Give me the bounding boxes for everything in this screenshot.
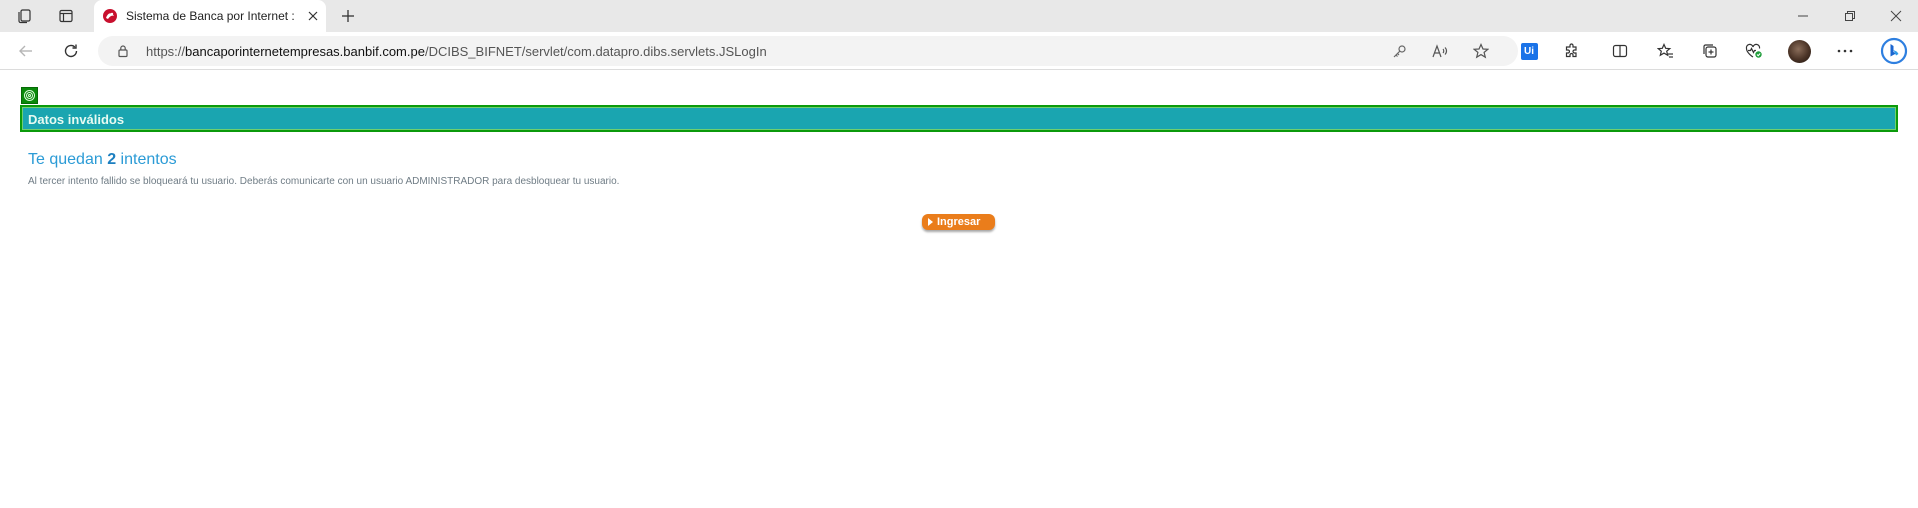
more-icon[interactable] bbox=[1835, 41, 1855, 61]
ingresar-button[interactable]: Ingresar bbox=[922, 214, 995, 230]
browser-tab-strip: Sistema de Banca por Internet : D bbox=[0, 0, 1918, 32]
url-scheme: https:// bbox=[146, 44, 186, 59]
target-icon bbox=[21, 87, 38, 104]
tab-title: Sistema de Banca por Internet : D bbox=[126, 9, 298, 23]
url-path: /DCIBS_BIFNET/servlet/com.datapro.dibs.s… bbox=[424, 44, 767, 59]
back-icon[interactable] bbox=[16, 41, 36, 61]
page-content: Datos inválidos Te quedan 2 intentos Al … bbox=[0, 71, 1918, 508]
attempts-message: Te quedan 2 intentos bbox=[28, 151, 177, 169]
browser-toolbar: https://bancaporinternetempresas.banbif.… bbox=[0, 32, 1918, 70]
url-text[interactable]: https://bancaporinternetempresas.banbif.… bbox=[146, 44, 767, 59]
split-screen-icon[interactable] bbox=[1610, 41, 1630, 61]
profile-avatar[interactable] bbox=[1788, 40, 1811, 63]
browser-essentials-icon[interactable] bbox=[1744, 41, 1764, 61]
error-banner: Datos inválidos bbox=[20, 105, 1898, 132]
lock-icon[interactable] bbox=[114, 42, 132, 60]
lockout-warning: Al tercer intento fallido se bloqueará t… bbox=[28, 176, 620, 187]
read-aloud-icon[interactable] bbox=[1431, 42, 1449, 60]
bing-icon[interactable] bbox=[1880, 37, 1908, 65]
tab-actions-icon[interactable] bbox=[56, 6, 76, 26]
play-arrow-icon bbox=[928, 218, 933, 226]
restore-icon[interactable] bbox=[1840, 6, 1860, 26]
url-host: bancaporinternetempresas.banbif.com.pe bbox=[185, 44, 425, 59]
attempts-count: 2 bbox=[107, 151, 117, 168]
minimize-icon[interactable] bbox=[1793, 6, 1813, 26]
favorites-icon[interactable] bbox=[1655, 41, 1675, 61]
banbif-favicon-icon bbox=[102, 8, 118, 24]
close-tab-icon[interactable] bbox=[304, 7, 322, 25]
extensions-icon[interactable] bbox=[1562, 41, 1582, 61]
key-icon[interactable] bbox=[1390, 42, 1408, 60]
refresh-icon[interactable] bbox=[61, 41, 81, 61]
ui-extension-icon[interactable]: Ui bbox=[1519, 41, 1539, 61]
collections-icon[interactable] bbox=[1700, 41, 1720, 61]
favorite-star-icon[interactable] bbox=[1472, 42, 1490, 60]
address-bar[interactable]: https://bancaporinternetempresas.banbif.… bbox=[98, 36, 1518, 66]
ingresar-label: Ingresar bbox=[937, 216, 981, 228]
active-tab[interactable]: Sistema de Banca por Internet : D bbox=[94, 0, 326, 32]
attempts-prefix: Te quedan bbox=[28, 151, 103, 168]
banner-title: Datos inválidos bbox=[28, 112, 125, 127]
close-window-icon[interactable] bbox=[1886, 6, 1906, 26]
ui-badge-text: Ui bbox=[1520, 42, 1538, 60]
attempts-suffix: intentos bbox=[120, 151, 177, 168]
workspaces-icon[interactable] bbox=[14, 6, 34, 26]
new-tab-icon[interactable] bbox=[337, 5, 359, 27]
